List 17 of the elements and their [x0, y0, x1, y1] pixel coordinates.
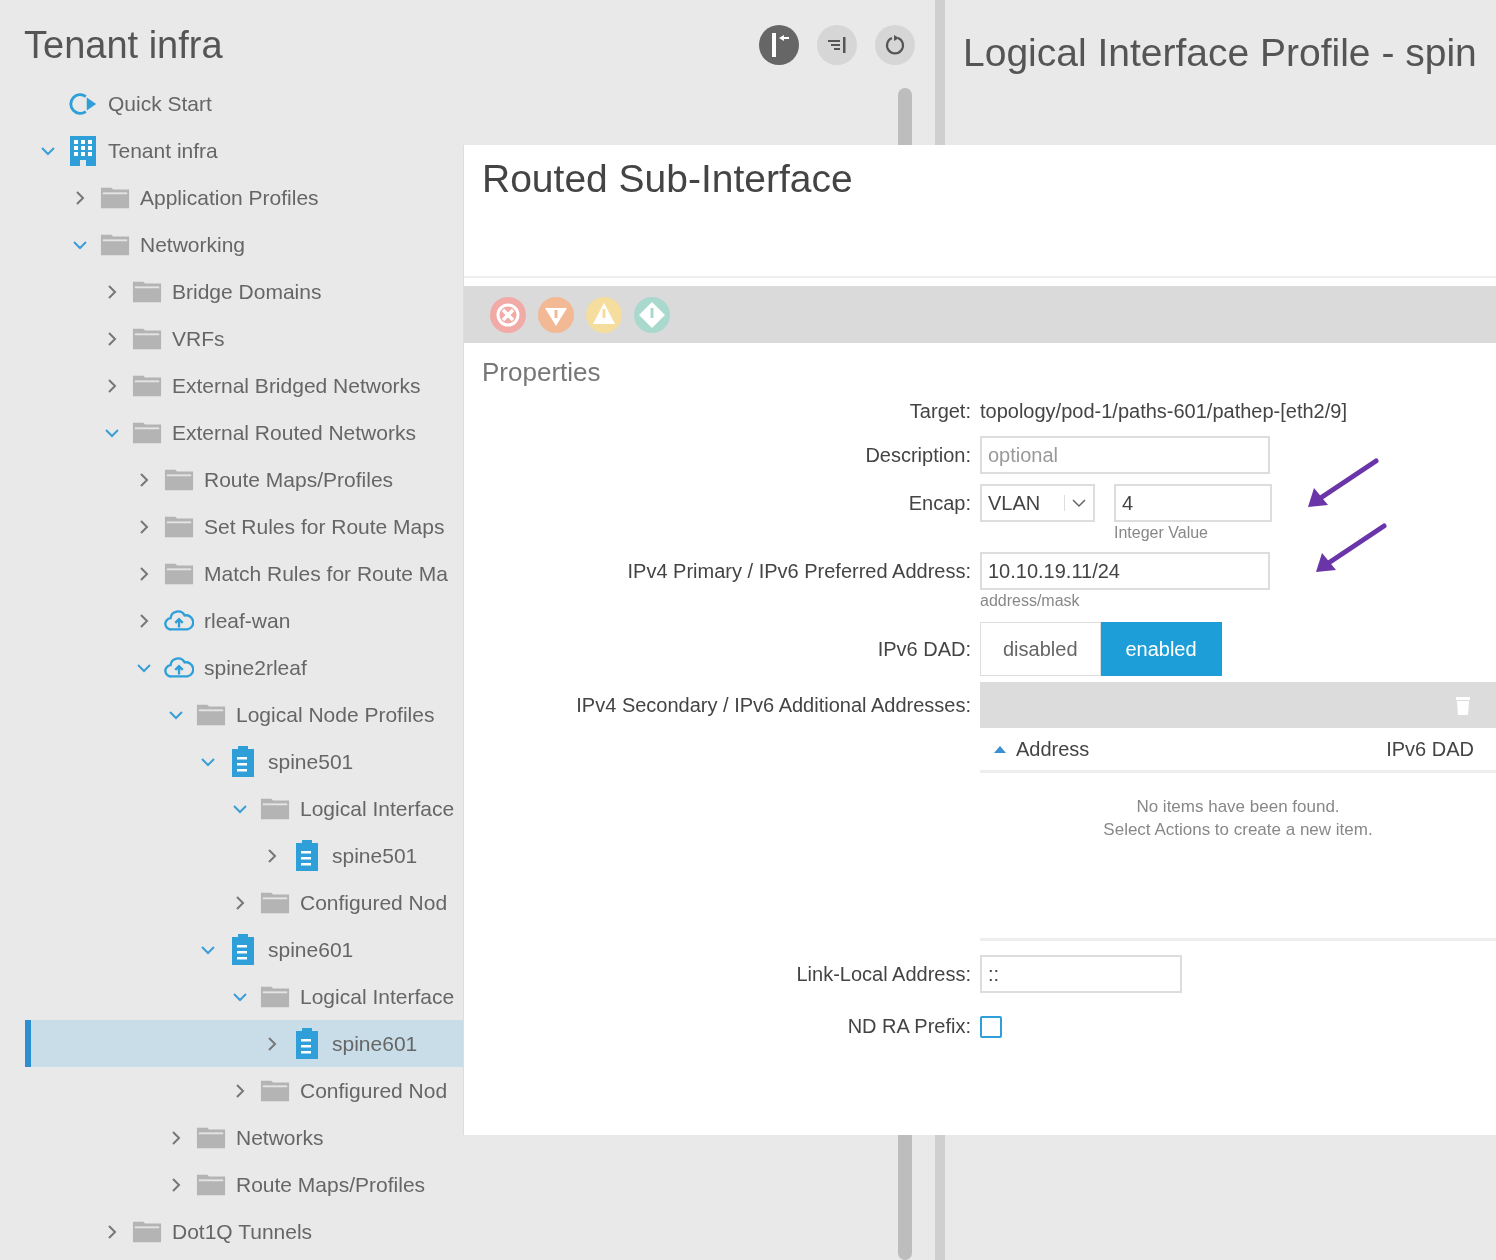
field-label: ND RA Prefix: [846, 1015, 971, 1038]
field-value: topology/pod-1/paths-601/pathep-[eth2/9] [980, 399, 1348, 423]
field-hint: Integer Value [1114, 524, 1209, 542]
field-label: Link-Local Address: [795, 962, 971, 986]
section-title: Properties [482, 357, 602, 388]
empty-message: Select Actions to create a new item. [1102, 819, 1374, 841]
field-label: Target: [908, 399, 971, 423]
field-label: Description: [864, 443, 971, 468]
dialog-title: Routed Sub-Interface [482, 157, 853, 200]
field-label: Encap: [907, 491, 971, 516]
field-label: IPv4 Primary / IPv6 Preferred Address: [626, 559, 971, 584]
panel-title: Logical Interface Profile - spin [963, 31, 1477, 74]
empty-message: No items have been found. [1135, 796, 1341, 818]
field-hint: address/mask [980, 592, 1081, 610]
field-label: IPv4 Secondary / IPv6 Additional Addresses: [575, 693, 971, 718]
field-label: IPv6 DAD: [876, 637, 971, 661]
panel-title: Tenant infra [24, 23, 223, 68]
